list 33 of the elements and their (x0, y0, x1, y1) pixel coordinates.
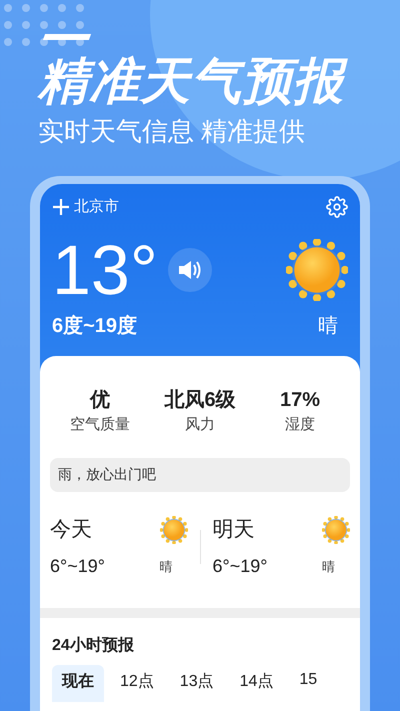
stat-label: 空气质量 (70, 416, 130, 434)
sun-icon (160, 516, 188, 544)
sun-icon (322, 516, 350, 544)
speaker-button[interactable] (168, 248, 212, 292)
day-condition: 晴 (322, 559, 336, 575)
hourly-title: 24小时预报 (52, 636, 135, 655)
hour-tab[interactable]: 现在 (52, 664, 104, 702)
day-condition: 晴 (160, 559, 174, 575)
day-name: 今天 (50, 517, 93, 543)
settings-icon[interactable] (326, 196, 348, 218)
weather-condition: 晴 (318, 314, 338, 338)
day-temperature-range: 6°~19° (212, 556, 268, 578)
promo-title: 精准天气预报 (38, 50, 400, 112)
hour-tab[interactable]: 13点 (170, 664, 224, 702)
speaker-icon (176, 259, 203, 281)
title-dash (42, 34, 92, 40)
promo-subtitle: 实时天气信息 精准提供 (38, 115, 306, 148)
day-name: 明天 (212, 517, 256, 543)
hour-tab[interactable]: 12点 (110, 664, 164, 702)
stat-value: 北风6级 (164, 388, 236, 412)
current-temperature: 13° (52, 230, 158, 310)
add-icon[interactable] (52, 198, 70, 216)
sun-icon (286, 239, 348, 301)
hour-tab[interactable]: 15 (289, 664, 328, 702)
tip-banner: 雨，放心出门吧 (50, 458, 350, 492)
city-name[interactable]: 北京市 (74, 198, 119, 216)
day-temperature-range: 6°~19° (50, 556, 106, 578)
stat-value: 17% (280, 388, 320, 412)
temperature-range: 6度~19度 (52, 314, 138, 338)
stat-value: 优 (90, 388, 110, 412)
stat-label: 湿度 (285, 416, 315, 434)
stat-label: 风力 (185, 416, 215, 434)
hour-tab[interactable]: 14点 (230, 664, 284, 702)
